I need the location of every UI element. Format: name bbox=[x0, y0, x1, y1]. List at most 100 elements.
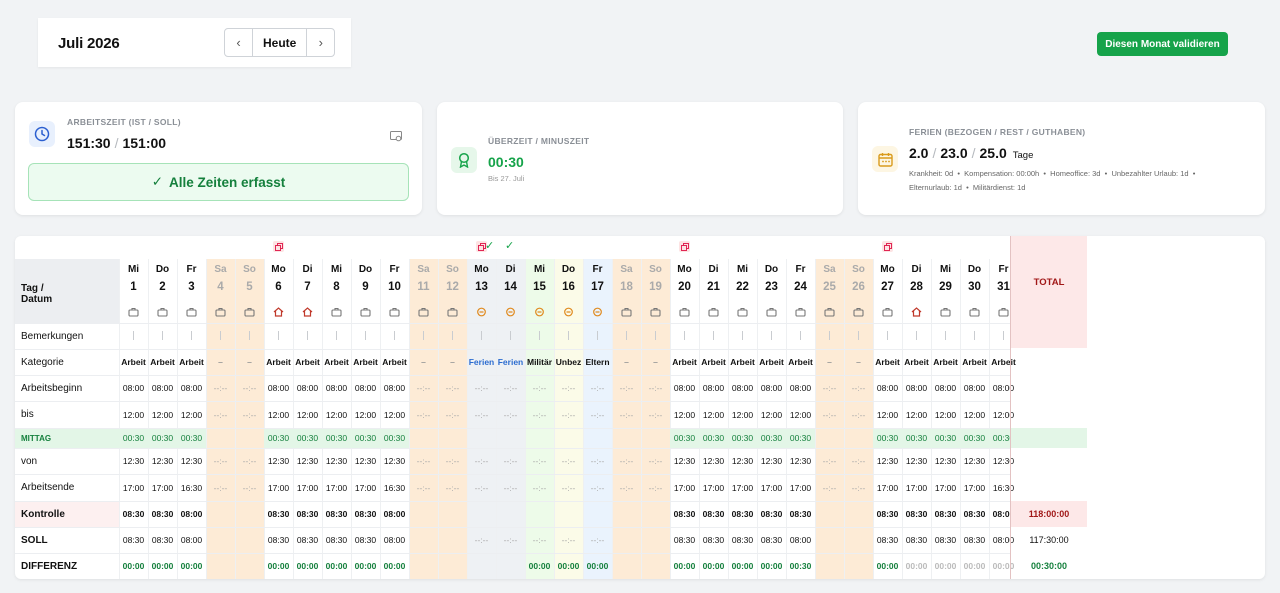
bemerkung-marker[interactable] bbox=[945, 331, 946, 340]
mittag-cell[interactable]: 00:30 bbox=[351, 428, 380, 448]
briefcase-icon[interactable] bbox=[157, 304, 168, 317]
bis-cell[interactable]: --:-- bbox=[438, 401, 467, 428]
differenz-cell[interactable]: 00:00 bbox=[670, 553, 699, 579]
arbeitsbeginn-cell[interactable]: --:-- bbox=[409, 375, 438, 401]
von-cell[interactable]: --:-- bbox=[525, 448, 554, 474]
bis-cell[interactable]: 12:00 bbox=[873, 401, 902, 428]
hand-icon[interactable] bbox=[534, 304, 545, 317]
arbeitsbeginn-cell[interactable]: 08:00 bbox=[728, 375, 757, 401]
differenz-cell[interactable]: 00:00 bbox=[351, 553, 380, 579]
arbeitsbeginn-cell[interactable]: 08:00 bbox=[873, 375, 902, 401]
kategorie-cell[interactable]: – bbox=[438, 349, 467, 375]
von-cell[interactable]: --:-- bbox=[496, 448, 525, 474]
bis-cell[interactable]: 12:00 bbox=[264, 401, 293, 428]
arbeitsende-cell[interactable]: --:-- bbox=[525, 474, 554, 501]
bemerkung-marker[interactable] bbox=[365, 331, 366, 340]
differenz-cell[interactable]: 00:00 bbox=[931, 553, 960, 579]
differenz-cell[interactable]: 00:00 bbox=[728, 553, 757, 579]
bis-cell[interactable]: 12:00 bbox=[670, 401, 699, 428]
arbeitsende-cell[interactable]: --:-- bbox=[235, 474, 264, 501]
home-icon[interactable] bbox=[273, 304, 284, 317]
arbeitsende-cell[interactable]: 17:00 bbox=[728, 474, 757, 501]
kategorie-cell[interactable]: Arbeit bbox=[148, 349, 177, 375]
briefcase-icon[interactable] bbox=[244, 304, 255, 317]
soll-cell[interactable]: 08:00 bbox=[786, 527, 815, 553]
bis-cell[interactable]: 12:00 bbox=[380, 401, 409, 428]
arbeitsbeginn-cell[interactable]: 08:00 bbox=[960, 375, 989, 401]
arbeitsende-cell[interactable]: 17:00 bbox=[699, 474, 728, 501]
bis-cell[interactable]: --:-- bbox=[583, 401, 612, 428]
soll-cell[interactable]: --:-- bbox=[496, 527, 525, 553]
von-cell[interactable]: 12:30 bbox=[264, 448, 293, 474]
kontrolle-cell[interactable] bbox=[554, 501, 583, 527]
bemerkung-marker[interactable] bbox=[771, 331, 772, 340]
differenz-cell[interactable] bbox=[438, 553, 467, 579]
arbeitsende-cell[interactable]: --:-- bbox=[554, 474, 583, 501]
arbeitsbeginn-cell[interactable]: --:-- bbox=[583, 375, 612, 401]
soll-cell[interactable]: 08:30 bbox=[119, 527, 148, 553]
arbeitsende-cell[interactable]: 17:00 bbox=[931, 474, 960, 501]
kategorie-cell[interactable]: Arbeit bbox=[670, 349, 699, 375]
mittag-cell[interactable]: 00:30 bbox=[728, 428, 757, 448]
kategorie-cell[interactable]: Arbeit bbox=[960, 349, 989, 375]
kontrolle-cell[interactable]: 08:30 bbox=[902, 501, 931, 527]
differenz-cell[interactable]: 00:00 bbox=[119, 553, 148, 579]
kategorie-cell[interactable]: Arbeit bbox=[322, 349, 351, 375]
soll-cell[interactable] bbox=[844, 527, 873, 553]
copy-week-icon[interactable] bbox=[273, 241, 284, 252]
arbeitsbeginn-cell[interactable]: --:-- bbox=[206, 375, 235, 401]
soll-cell[interactable] bbox=[612, 527, 641, 553]
kontrolle-cell[interactable]: 08:30 bbox=[699, 501, 728, 527]
arbeitsbeginn-cell[interactable]: 08:00 bbox=[177, 375, 206, 401]
bemerkung-marker[interactable] bbox=[597, 331, 598, 340]
kontrolle-cell[interactable] bbox=[409, 501, 438, 527]
kontrolle-cell[interactable]: 08:30 bbox=[351, 501, 380, 527]
kategorie-cell[interactable]: Arbeit bbox=[177, 349, 206, 375]
home-icon[interactable] bbox=[302, 304, 313, 317]
soll-cell[interactable] bbox=[815, 527, 844, 553]
arbeitsende-cell[interactable]: --:-- bbox=[641, 474, 670, 501]
kontrolle-cell[interactable]: 08:30 bbox=[786, 501, 815, 527]
soll-cell[interactable]: 08:30 bbox=[960, 527, 989, 553]
bis-cell[interactable]: --:-- bbox=[467, 401, 496, 428]
arbeitsbeginn-cell[interactable]: --:-- bbox=[467, 375, 496, 401]
copy-week-icon[interactable] bbox=[679, 241, 690, 252]
bemerkung-marker[interactable] bbox=[626, 331, 627, 340]
soll-cell[interactable]: 08:30 bbox=[931, 527, 960, 553]
soll-cell[interactable]: --:-- bbox=[554, 527, 583, 553]
bemerkung-marker[interactable] bbox=[278, 331, 279, 340]
mittag-cell[interactable]: 00:30 bbox=[293, 428, 322, 448]
mittag-cell[interactable] bbox=[554, 428, 583, 448]
bemerkung-marker[interactable] bbox=[1003, 331, 1004, 340]
arbeitsbeginn-cell[interactable]: 08:00 bbox=[119, 375, 148, 401]
kategorie-cell[interactable]: Arbeit bbox=[293, 349, 322, 375]
arbeitsende-cell[interactable]: --:-- bbox=[496, 474, 525, 501]
differenz-cell[interactable]: 00:00 bbox=[380, 553, 409, 579]
arbeitsbeginn-cell[interactable]: 08:00 bbox=[148, 375, 177, 401]
bis-cell[interactable]: --:-- bbox=[815, 401, 844, 428]
kontrolle-cell[interactable] bbox=[206, 501, 235, 527]
mittag-cell[interactable] bbox=[583, 428, 612, 448]
arbeitsende-cell[interactable]: --:-- bbox=[467, 474, 496, 501]
bemerkung-marker[interactable] bbox=[249, 331, 250, 340]
kategorie-cell[interactable]: Arbeit bbox=[757, 349, 786, 375]
bis-cell[interactable]: 12:00 bbox=[119, 401, 148, 428]
mittag-cell[interactable] bbox=[612, 428, 641, 448]
differenz-cell[interactable] bbox=[815, 553, 844, 579]
mittag-cell[interactable] bbox=[438, 428, 467, 448]
briefcase-icon[interactable] bbox=[998, 304, 1009, 317]
kategorie-cell[interactable]: Arbeit bbox=[931, 349, 960, 375]
bemerkung-marker[interactable] bbox=[510, 331, 511, 340]
mittag-cell[interactable] bbox=[641, 428, 670, 448]
bemerkung-marker[interactable] bbox=[858, 331, 859, 340]
briefcase-icon[interactable] bbox=[882, 304, 893, 317]
soll-cell[interactable] bbox=[206, 527, 235, 553]
briefcase-icon[interactable] bbox=[360, 304, 371, 317]
mittag-cell[interactable]: 00:30 bbox=[119, 428, 148, 448]
kategorie-cell[interactable]: Ferien bbox=[467, 349, 496, 375]
briefcase-icon[interactable] bbox=[708, 304, 719, 317]
bemerkung-marker[interactable] bbox=[191, 331, 192, 340]
arbeitsende-cell[interactable]: 17:00 bbox=[757, 474, 786, 501]
arbeitsende-cell[interactable]: --:-- bbox=[206, 474, 235, 501]
kontrolle-cell[interactable]: 08:00 bbox=[177, 501, 206, 527]
